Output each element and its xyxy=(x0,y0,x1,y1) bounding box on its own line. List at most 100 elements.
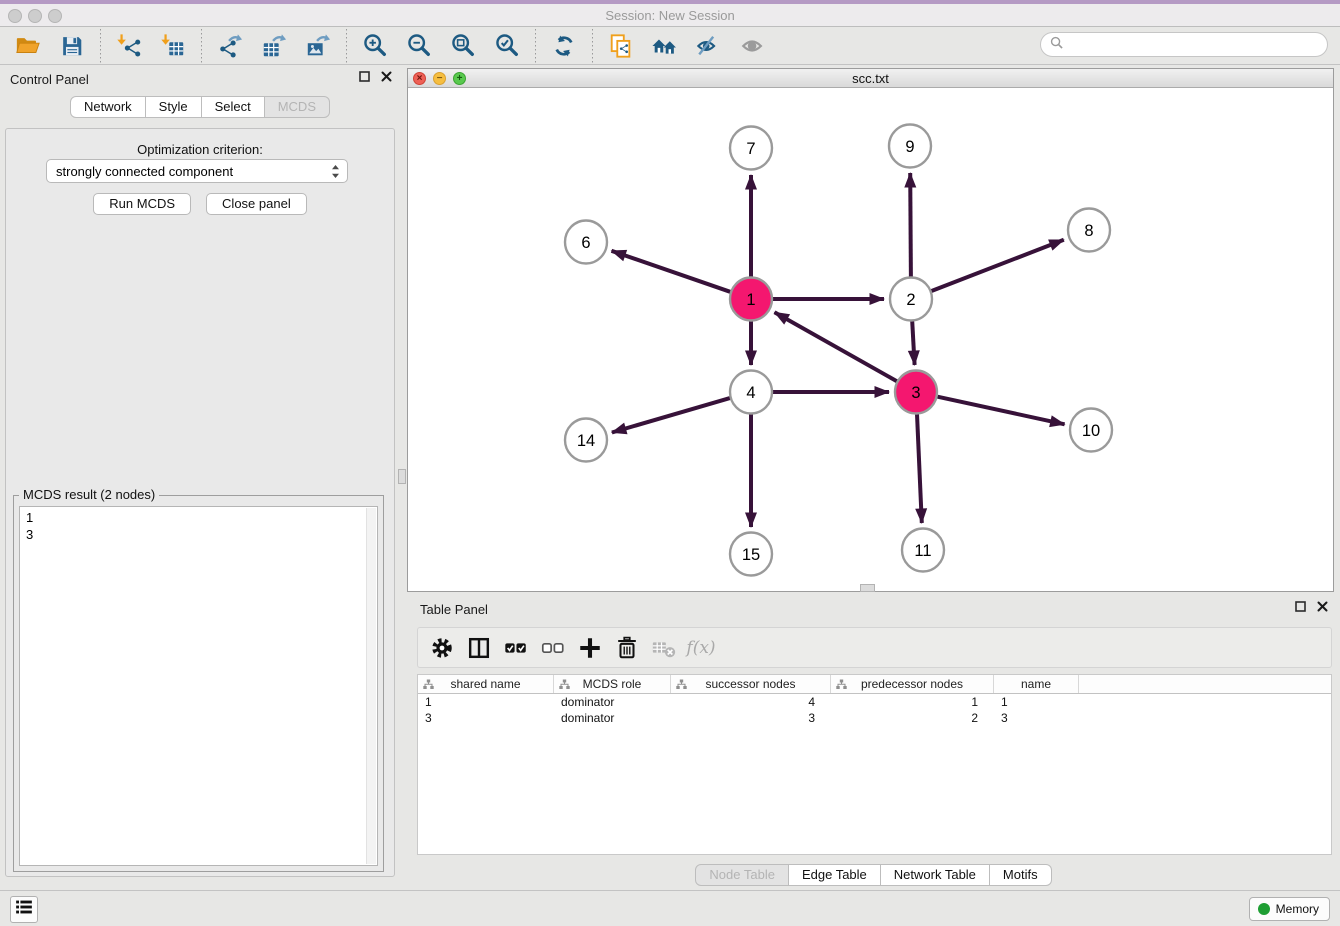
task-list-icon xyxy=(14,897,34,922)
toolbar-separator xyxy=(346,29,347,63)
table-cell-mcds-role[interactable]: dominator xyxy=(554,710,671,726)
save-session-icon[interactable] xyxy=(57,31,87,61)
table-tab-node-table[interactable]: Node Table xyxy=(695,864,789,886)
table-cell-mcds-role[interactable]: dominator xyxy=(554,694,671,710)
graph-node-3[interactable]: 3 xyxy=(895,371,937,414)
import-table-icon[interactable] xyxy=(158,31,188,61)
network-canvas[interactable]: 1 2 3 4 6 7 8 9 10 11 14 15 xyxy=(408,88,1333,591)
column-header-mcds-role[interactable]: MCDS role xyxy=(554,675,671,693)
column-header-name[interactable]: name xyxy=(994,675,1079,693)
delete-row-icon[interactable] xyxy=(612,633,642,663)
table-cell-predecessor-nodes[interactable]: 1 xyxy=(831,694,994,710)
edge-3-10[interactable] xyxy=(938,397,1065,425)
close-panel-button[interactable]: Close panel xyxy=(206,193,307,215)
status-bar: Memory xyxy=(0,890,1340,926)
control-panel-title: Control Panel xyxy=(10,72,89,87)
result-scrollbar[interactable] xyxy=(366,508,376,864)
fit-content-icon[interactable] xyxy=(448,31,478,61)
search-input[interactable] xyxy=(1068,36,1327,53)
tab-select[interactable]: Select xyxy=(202,96,265,118)
mcds-result-text[interactable]: 13 xyxy=(19,506,378,866)
graph-node-8[interactable]: 8 xyxy=(1068,209,1110,252)
export-table-icon[interactable] xyxy=(259,31,289,61)
vertical-splitter-handle[interactable] xyxy=(398,469,406,484)
edge-2-8[interactable] xyxy=(932,240,1064,291)
tab-style[interactable]: Style xyxy=(146,96,202,118)
table-row[interactable]: 1dominator411 xyxy=(418,694,1331,710)
edge-3-1[interactable] xyxy=(775,312,897,381)
settings-icon[interactable] xyxy=(427,633,457,663)
column-header-successor-nodes[interactable]: successor nodes xyxy=(671,675,831,693)
graph-node-2[interactable]: 2 xyxy=(890,278,932,321)
table-cell-successor-nodes[interactable]: 4 xyxy=(671,694,831,710)
graph-node-4[interactable]: 4 xyxy=(730,371,772,414)
show-all-icon[interactable] xyxy=(738,31,768,61)
import-network-icon[interactable] xyxy=(114,31,144,61)
show-columns-icon[interactable] xyxy=(464,633,494,663)
zoom-in-icon[interactable] xyxy=(360,31,390,61)
graph-node-10[interactable]: 10 xyxy=(1070,409,1112,452)
horizontal-splitter-handle[interactable] xyxy=(860,584,875,592)
edge-1-6[interactable] xyxy=(612,251,731,292)
table-cell-name[interactable]: 1 xyxy=(994,694,1079,710)
node-label: 3 xyxy=(911,384,920,402)
tab-mcds[interactable]: MCDS xyxy=(265,96,330,118)
optimization-criterion-label: Optimization criterion: xyxy=(6,142,394,157)
memory-button[interactable]: Memory xyxy=(1249,897,1330,921)
table-tab-motifs[interactable]: Motifs xyxy=(990,864,1052,886)
column-header-predecessor-nodes[interactable]: predecessor nodes xyxy=(831,675,994,693)
tab-network[interactable]: Network xyxy=(70,96,146,118)
main-toolbar xyxy=(0,27,1340,65)
zoom-out-icon[interactable] xyxy=(404,31,434,61)
result-line: 3 xyxy=(26,526,363,543)
network-window-titlebar[interactable]: scc.txt xyxy=(408,69,1333,88)
column-header-shared-name[interactable]: shared name xyxy=(418,675,554,693)
edge-4-14[interactable] xyxy=(612,398,730,432)
edge-2-3[interactable] xyxy=(912,321,914,365)
search-box[interactable] xyxy=(1040,32,1328,57)
column-flow-icon xyxy=(836,679,847,693)
graph-node-11[interactable]: 11 xyxy=(902,529,944,572)
open-session-icon[interactable] xyxy=(13,31,43,61)
table-cell-shared-name[interactable]: 1 xyxy=(418,694,554,710)
float-panel-icon[interactable] xyxy=(359,71,370,82)
column-label: successor nodes xyxy=(671,677,830,691)
refresh-layout-icon[interactable] xyxy=(549,31,579,61)
graph-node-14[interactable]: 14 xyxy=(565,419,607,462)
graph-node-15[interactable]: 15 xyxy=(730,533,772,576)
table-cell-name[interactable]: 3 xyxy=(994,710,1079,726)
edge-2-9[interactable] xyxy=(910,173,911,277)
table-cell-shared-name[interactable]: 3 xyxy=(418,710,554,726)
zoom-selected-icon[interactable] xyxy=(492,31,522,61)
toolbar-separator xyxy=(201,29,202,63)
run-mcds-button[interactable]: Run MCDS xyxy=(93,193,191,215)
export-image-icon[interactable] xyxy=(303,31,333,61)
graph-node-9[interactable]: 9 xyxy=(889,125,931,168)
add-row-icon[interactable] xyxy=(575,633,605,663)
control-panel: Control Panel NetworkStyleSelectMCDS Opt… xyxy=(0,66,400,880)
table-tab-edge-table[interactable]: Edge Table xyxy=(789,864,881,886)
task-history-button[interactable] xyxy=(10,896,38,923)
mcds-result-title: MCDS result (2 nodes) xyxy=(19,487,159,502)
close-table-panel-icon[interactable] xyxy=(1317,601,1328,612)
float-table-panel-icon[interactable] xyxy=(1295,601,1306,612)
first-neighbors-icon[interactable] xyxy=(650,31,680,61)
close-panel-icon[interactable] xyxy=(381,71,392,82)
memory-status-icon xyxy=(1258,903,1270,915)
table-cell-predecessor-nodes[interactable]: 2 xyxy=(831,710,994,726)
table-row[interactable]: 3dominator323 xyxy=(418,710,1331,726)
export-network-icon[interactable] xyxy=(215,31,245,61)
select-all-icon[interactable] xyxy=(501,633,531,663)
column-label: name xyxy=(994,677,1078,691)
graph-node-1[interactable]: 1 xyxy=(730,278,772,321)
deselect-all-icon[interactable] xyxy=(538,633,568,663)
table-cell-successor-nodes[interactable]: 3 xyxy=(671,710,831,726)
graph-node-6[interactable]: 6 xyxy=(565,221,607,264)
graph-node-7[interactable]: 7 xyxy=(730,127,772,170)
table-tab-network-table[interactable]: Network Table xyxy=(881,864,990,886)
criterion-select[interactable]: strongly connected component xyxy=(46,159,348,183)
hide-selected-icon[interactable] xyxy=(694,31,724,61)
new-network-from-selection-icon[interactable] xyxy=(606,31,636,61)
mcds-panel: Optimization criterion: strongly connect… xyxy=(5,128,395,877)
edge-3-11[interactable] xyxy=(917,414,922,523)
